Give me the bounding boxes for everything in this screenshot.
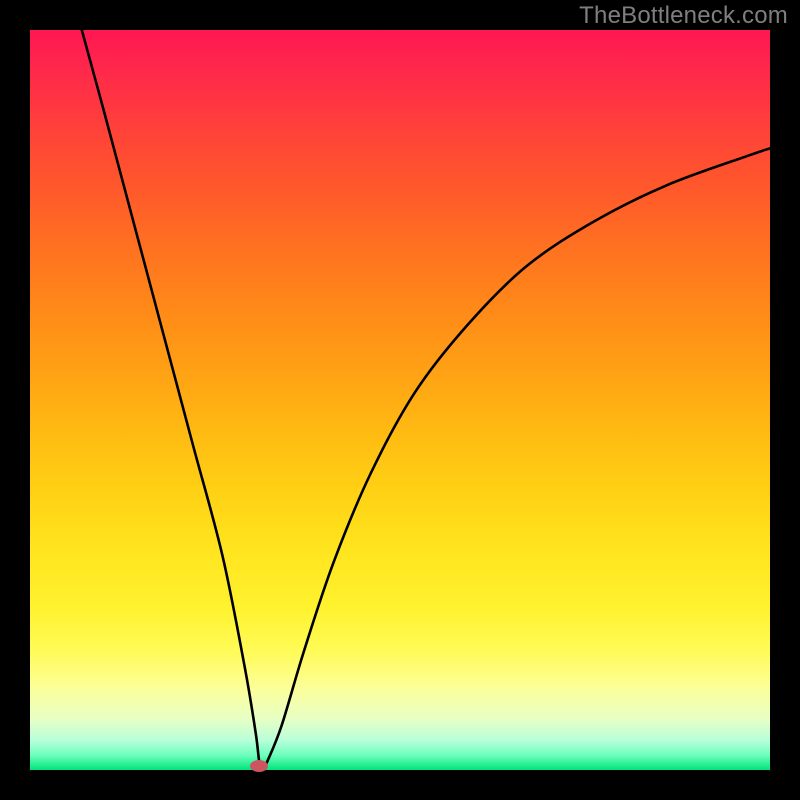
plot-area bbox=[30, 30, 770, 770]
bottleneck-curve-path bbox=[82, 30, 770, 770]
chart-container: TheBottleneck.com bbox=[0, 0, 800, 800]
curve-svg bbox=[30, 30, 770, 770]
watermark-text: TheBottleneck.com bbox=[579, 2, 788, 30]
optimum-marker bbox=[250, 760, 268, 772]
